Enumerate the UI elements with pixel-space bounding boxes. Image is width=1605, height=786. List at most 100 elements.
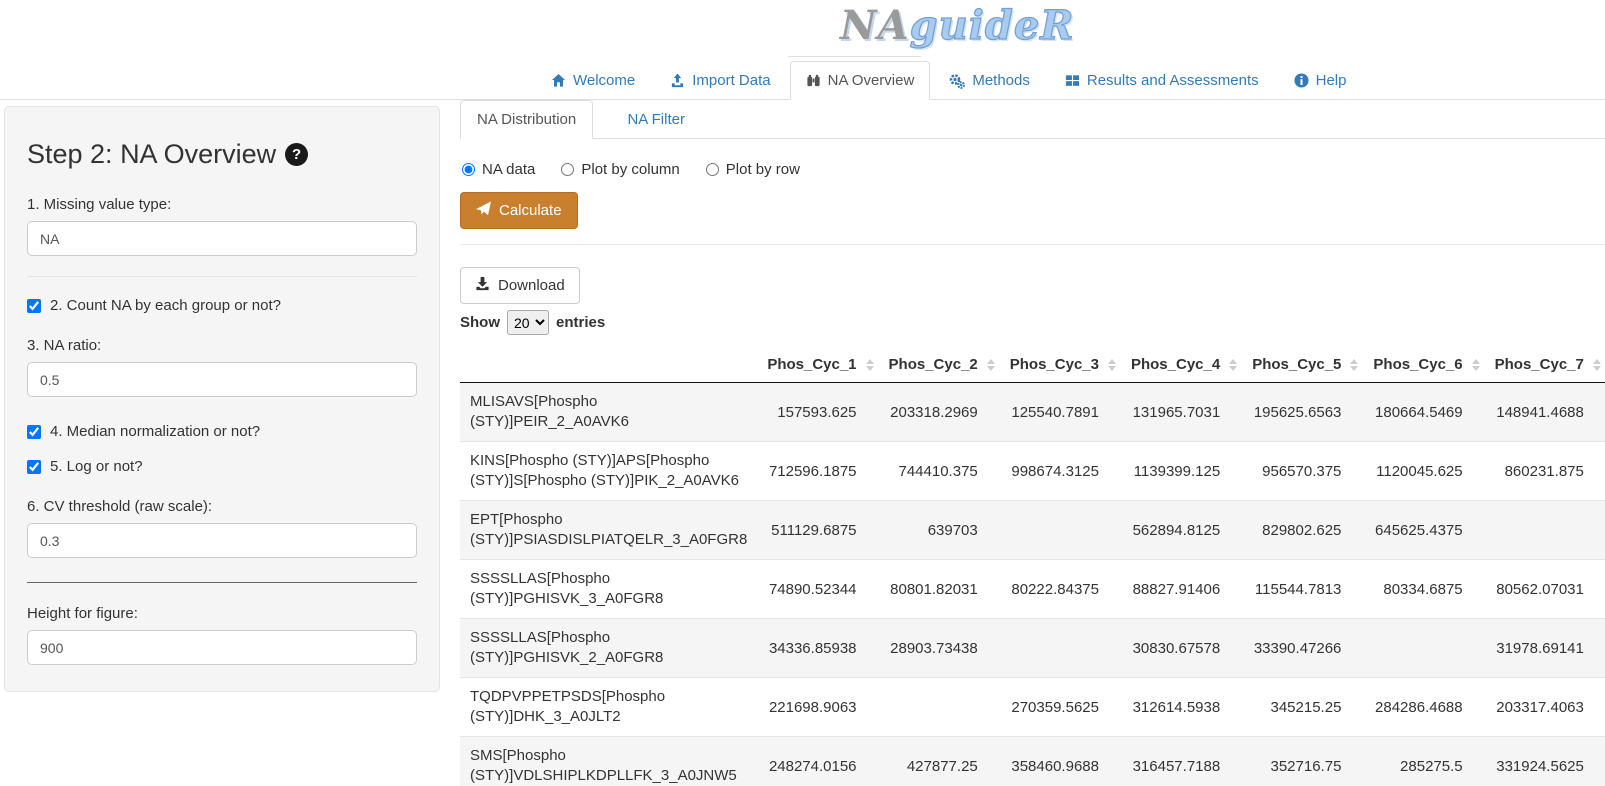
- cell-value: 74890.52344: [757, 560, 878, 619]
- sort-icon: [987, 359, 995, 371]
- cell-value: 131965.7031: [1121, 383, 1242, 442]
- download-label: Download: [498, 277, 565, 294]
- column-header[interactable]: Phos_Cyc_6: [1363, 347, 1484, 383]
- nav-tab-welcome[interactable]: Welcome: [535, 61, 651, 100]
- cell-value: 80801.82031: [879, 560, 1000, 619]
- radio-plot-by-row[interactable]: Plot by row: [706, 161, 800, 178]
- table-row[interactable]: SSSSLLAS[Phospho (STY)]PGHISVK_3_A0FGR8 …: [460, 560, 1605, 619]
- cell-value: 28903.73438: [879, 619, 1000, 678]
- table-row[interactable]: KINS[Phospho (STY)]APS[Phospho (STY)]S[P…: [460, 442, 1605, 501]
- radio-label: Plot by row: [726, 161, 800, 178]
- cell-value: 31978.69141: [1485, 619, 1605, 678]
- row-label: EPT[Phospho (STY)]PSIASDISLPIATQELR_3_A0…: [460, 501, 757, 560]
- row-label: SMS[Phospho (STY)]VDLSHIPLKDPLLFK_3_A0JN…: [460, 737, 757, 786]
- radio-plot-by-column[interactable]: Plot by column: [561, 161, 679, 178]
- median-normalization-checkbox-row: 4. Median normalization or not?: [27, 423, 417, 440]
- cell-value: [879, 678, 1000, 737]
- median-normalization-checkbox[interactable]: [27, 425, 41, 439]
- calculate-label: Calculate: [499, 202, 562, 219]
- app-logo: NAguideR: [840, 2, 1075, 49]
- tab-label: NA Distribution: [477, 111, 576, 128]
- cell-value: 125540.7891: [1000, 383, 1121, 442]
- page-length-select[interactable]: 20: [507, 310, 549, 335]
- nav-tab-methods[interactable]: Methods: [933, 61, 1046, 100]
- divider-dark: [27, 582, 417, 583]
- section-divider: [460, 244, 1605, 245]
- nav-tab-label: NA Overview: [828, 72, 915, 89]
- nav-tab-label: Welcome: [573, 72, 635, 89]
- cv-threshold-input[interactable]: [27, 523, 417, 558]
- cell-value: 115544.7813: [1242, 560, 1363, 619]
- cell-value: 1120045.625: [1363, 442, 1484, 501]
- page-length-control: Show 20 entries: [460, 310, 1605, 335]
- question-circle-icon[interactable]: ?: [285, 143, 308, 166]
- divider: [27, 276, 417, 277]
- cell-value: 285275.5: [1363, 737, 1484, 786]
- cell-value: 203318.2969: [879, 383, 1000, 442]
- logo-part-na: NA: [840, 2, 910, 49]
- row-name-column-header: [460, 347, 757, 383]
- column-header-label: Phos_Cyc_5: [1252, 356, 1341, 373]
- nav-tab-import-data[interactable]: Import Data: [654, 61, 786, 100]
- log-label: 5. Log or not?: [50, 458, 143, 475]
- row-label: SSSSLLAS[Phospho (STY)]PGHISVK_2_A0FGR8: [460, 619, 757, 678]
- column-header-label: Phos_Cyc_6: [1373, 356, 1462, 373]
- radio-plot-by-row-input[interactable]: [706, 163, 719, 176]
- sort-icon: [1472, 359, 1480, 371]
- radio-label: NA data: [482, 161, 535, 178]
- column-header[interactable]: Phos_Cyc_1: [757, 347, 878, 383]
- paper-plane-icon: [476, 201, 491, 220]
- cell-value: 562894.8125: [1121, 501, 1242, 560]
- radio-plot-by-column-input[interactable]: [561, 163, 574, 176]
- count-na-checkbox-row: 2. Count NA by each group or not?: [27, 297, 417, 314]
- plot-type-radio-group: NA data Plot by column Plot by row: [462, 161, 1605, 178]
- table-row[interactable]: TQDPVPPETPSDS[Phospho (STY)]DHK_3_A0JLT2…: [460, 678, 1605, 737]
- na-data-table: Phos_Cyc_1 Phos_Cyc_2 Phos_Cyc_3 Phos_Cy…: [460, 347, 1605, 786]
- column-header-label: Phos_Cyc_3: [1010, 356, 1099, 373]
- entries-label: entries: [556, 314, 605, 331]
- figure-height-input[interactable]: [27, 630, 417, 665]
- radio-label: Plot by column: [581, 161, 679, 178]
- tab-na-distribution[interactable]: NA Distribution: [460, 100, 593, 139]
- calculate-button[interactable]: Calculate: [460, 192, 578, 229]
- table-header: Phos_Cyc_1 Phos_Cyc_2 Phos_Cyc_3 Phos_Cy…: [460, 347, 1605, 383]
- column-header[interactable]: Phos_Cyc_3: [1000, 347, 1121, 383]
- column-header[interactable]: Phos_Cyc_5: [1242, 347, 1363, 383]
- radio-na-data[interactable]: NA data: [462, 161, 535, 178]
- table-row[interactable]: SSSSLLAS[Phospho (STY)]PGHISVK_2_A0FGR8 …: [460, 619, 1605, 678]
- column-header[interactable]: Phos_Cyc_2: [879, 347, 1000, 383]
- cell-value: [1363, 619, 1484, 678]
- home-icon: [551, 73, 566, 88]
- radio-na-data-input[interactable]: [462, 163, 475, 176]
- cell-value: 639703: [879, 501, 1000, 560]
- nav-tab-results[interactable]: Results and Assessments: [1049, 61, 1275, 100]
- nav-tab-na-overview[interactable]: NA Overview: [790, 61, 931, 100]
- sort-icon: [1229, 359, 1237, 371]
- cell-value: 427877.25: [879, 737, 1000, 786]
- cell-value: 998674.3125: [1000, 442, 1121, 501]
- cell-value: 34336.85938: [757, 619, 878, 678]
- table-row[interactable]: EPT[Phospho (STY)]PSIASDISLPIATQELR_3_A0…: [460, 501, 1605, 560]
- count-na-checkbox[interactable]: [27, 299, 41, 313]
- log-checkbox-row: 5. Log or not?: [27, 458, 417, 475]
- download-button[interactable]: Download: [460, 267, 580, 304]
- missing-value-type-input[interactable]: [27, 221, 417, 256]
- column-header-label: Phos_Cyc_1: [767, 356, 856, 373]
- cell-value: 221698.9063: [757, 678, 878, 737]
- cell-value: 157593.625: [757, 383, 878, 442]
- column-header-label: Phos_Cyc_4: [1131, 356, 1220, 373]
- log-checkbox[interactable]: [27, 460, 41, 474]
- cell-value: 80562.07031: [1485, 560, 1605, 619]
- sidebar-panel: Step 2: NA Overview ? 1. Missing value t…: [4, 106, 440, 692]
- na-ratio-input[interactable]: [27, 362, 417, 397]
- column-header[interactable]: Phos_Cyc_4: [1121, 347, 1242, 383]
- table-body: MLISAVS[Phospho (STY)]PEIR_2_A0AVK6 1575…: [460, 383, 1605, 786]
- table-row[interactable]: MLISAVS[Phospho (STY)]PEIR_2_A0AVK6 1575…: [460, 383, 1605, 442]
- nav-tab-help[interactable]: Help: [1278, 61, 1363, 100]
- tab-na-filter[interactable]: NA Filter: [595, 100, 717, 139]
- cell-value: [1000, 501, 1121, 560]
- tab-label: NA Filter: [627, 111, 685, 128]
- upload-icon: [670, 73, 685, 88]
- table-row[interactable]: SMS[Phospho (STY)]VDLSHIPLKDPLLFK_3_A0JN…: [460, 737, 1605, 786]
- column-header[interactable]: Phos_Cyc_7: [1485, 347, 1605, 383]
